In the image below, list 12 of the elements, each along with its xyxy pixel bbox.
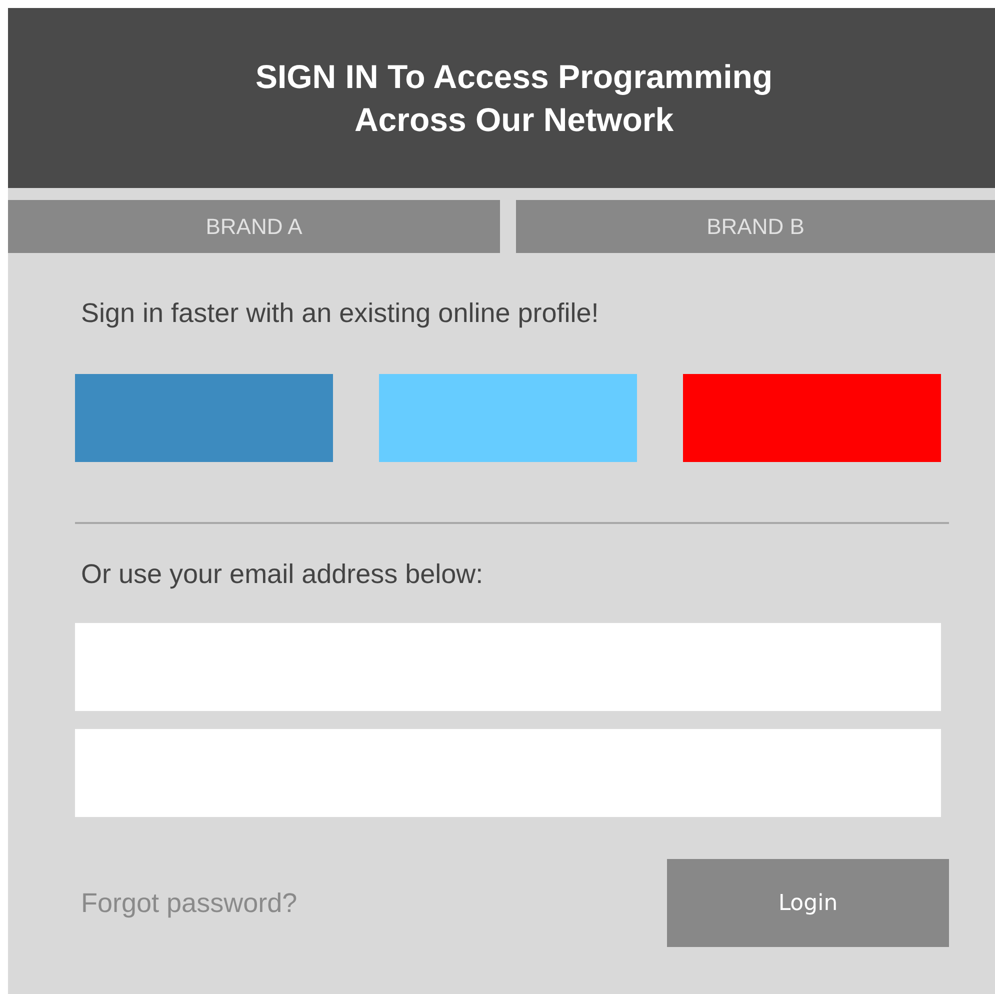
login-button[interactable]: Login xyxy=(667,859,949,947)
social-login-button[interactable] xyxy=(683,374,941,462)
social-login-button[interactable] xyxy=(75,374,333,462)
sign-in-title: SIGN IN To Access Programming Across Our Network xyxy=(255,57,773,140)
email-prompt: Or use your email address below: xyxy=(80,558,484,590)
social-prompt: Sign in faster with an existing online profile! xyxy=(80,297,600,329)
social-login-button[interactable] xyxy=(379,374,637,462)
brand-tab[interactable]: BRAND B xyxy=(516,200,995,253)
forgot-password-link[interactable]: Forgot password? xyxy=(75,888,298,918)
brand-tab[interactable]: BRAND A xyxy=(8,200,500,253)
password-field[interactable] xyxy=(75,729,941,817)
email-field[interactable] xyxy=(75,623,941,711)
